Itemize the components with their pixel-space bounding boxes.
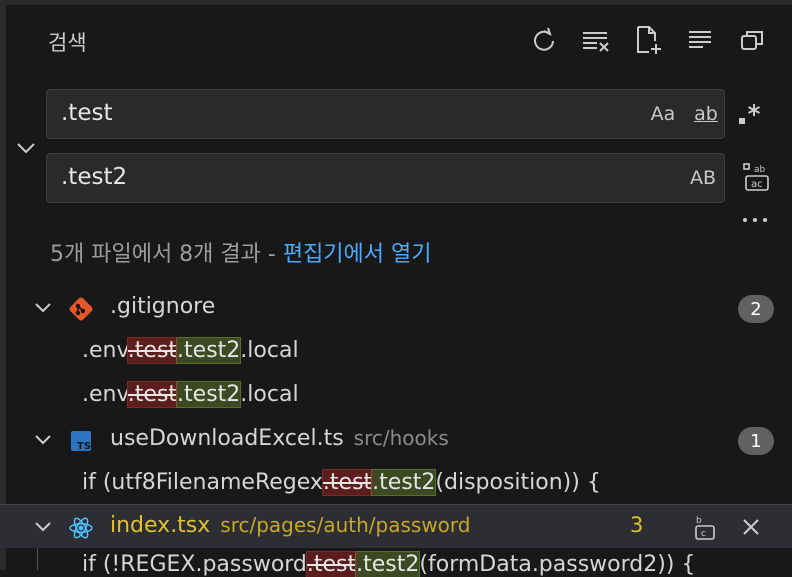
file-name-with-path: index.tsx src/pages/auth/password [110,513,470,538]
toggle-replace-button[interactable] [12,134,40,162]
file-name: useDownloadExcel.ts [110,426,344,451]
collapse-file-button[interactable] [30,295,56,321]
match-old-text: .test [305,551,358,577]
chevron-down-icon [35,522,51,532]
chevron-down-icon [35,303,51,313]
replace-input-value: .test2 [61,164,128,190]
svg-text:b: b [696,516,702,526]
tree-indent-guide [37,548,38,570]
regex-icon [739,104,760,124]
match-line[interactable]: .env.test.test2.local [82,381,299,408]
file-result-index-tsx[interactable]: index.tsx src/pages/auth/password 3 b c [0,504,792,548]
match-line[interactable]: .env.test.test2.local [82,337,299,364]
clear-results-button[interactable] [580,24,612,56]
match-before: if (utf8FilenameRegex [82,470,323,495]
match-line[interactable]: if (!REGEX.password.test.test2(formData.… [82,551,696,577]
match-case-label: Aa [650,103,676,125]
search-input[interactable]: .test Aa ab .* [46,89,760,139]
top-border [0,0,792,5]
svg-text:ac: ac [751,179,763,190]
ellipsis-icon [743,218,767,222]
whole-word-label: ab [694,103,718,125]
match-after: .local [240,382,299,407]
match-count-badge: 1 [738,427,774,455]
match-before: if (!REGEX.password [82,552,307,577]
svg-text:TS: TS [77,441,91,452]
file-name: index.tsx [110,513,211,538]
results-summary: 5개 파일에서 8개 결과 - 편집기에서 열기 [50,236,432,268]
whole-word-toggle[interactable]: ab [689,98,723,130]
file-path: src/hooks [353,426,449,450]
match-before: .env [82,382,128,407]
open-in-editor-link[interactable]: 편집기에서 열기 [283,242,432,267]
chevron-down-icon [35,435,51,445]
file-name-with-path: useDownloadExcel.ts src/hooks [110,426,449,451]
panel-title: 검색 [48,31,87,55]
replace-input[interactable]: .test2 AB [46,153,725,203]
more-actions-button[interactable] [740,206,770,234]
preserve-case-label: AB [689,167,717,189]
new-search-editor-icon [637,26,661,54]
search-input-value: .test [61,100,113,126]
match-line[interactable]: if (utf8FilenameRegex.test.test2(disposi… [82,469,601,496]
typescript-file-icon: TS [66,426,96,456]
collapse-file-button[interactable] [30,427,56,453]
file-result-gitignore[interactable]: .gitignore 2 [0,286,792,330]
match-old-text: .test [126,337,179,364]
file-result-usedownloadexcel[interactable]: TS useDownloadExcel.ts src/hooks 1 [0,418,792,462]
match-old-text: .test [126,381,179,408]
clear-results-icon [583,32,609,52]
match-count-badge: 2 [738,295,774,323]
collapse-all-icon [689,31,711,48]
chevron-down-icon [17,143,35,154]
match-after: (disposition)) { [435,470,601,495]
preserve-case-toggle[interactable]: AB [685,162,721,194]
react-file-icon [66,513,96,543]
view-as-tree-icon [741,31,763,50]
refresh-icon [534,27,554,51]
svg-text:ab: ab [754,165,766,175]
refresh-button[interactable] [528,24,560,56]
svg-text:c: c [701,529,706,539]
results-summary-text: 5개 파일에서 8개 결과 - [50,242,283,267]
match-before: .env [82,338,128,363]
match-new-text: .test2 [355,551,421,577]
replace-all-icon: b c [695,516,715,540]
file-name: .gitignore [110,294,216,319]
new-search-editor-button[interactable] [632,24,664,56]
git-file-icon [66,294,96,324]
replace-all-icon: ab ac [743,163,769,191]
match-new-text: .test2 [176,381,242,408]
replace-in-file-button[interactable]: b c [690,512,720,542]
dismiss-file-button[interactable] [736,512,766,542]
left-border [0,0,6,570]
match-count: 3 [630,513,644,537]
collapse-file-button[interactable] [30,514,56,540]
match-after: (formData.password2)) { [419,552,696,577]
match-old-text: .test [321,469,374,496]
replace-all-button[interactable]: ab ac [740,160,774,194]
match-after: .local [240,338,299,363]
match-case-toggle[interactable]: Aa [647,98,679,130]
close-icon [743,519,759,535]
match-new-text: .test2 [176,337,242,364]
match-new-text: .test2 [371,469,437,496]
file-path: src/pages/auth/password [220,513,471,537]
view-as-tree-button[interactable] [736,24,768,56]
regex-toggle[interactable]: .* [733,98,765,130]
collapse-all-button[interactable] [684,24,716,56]
